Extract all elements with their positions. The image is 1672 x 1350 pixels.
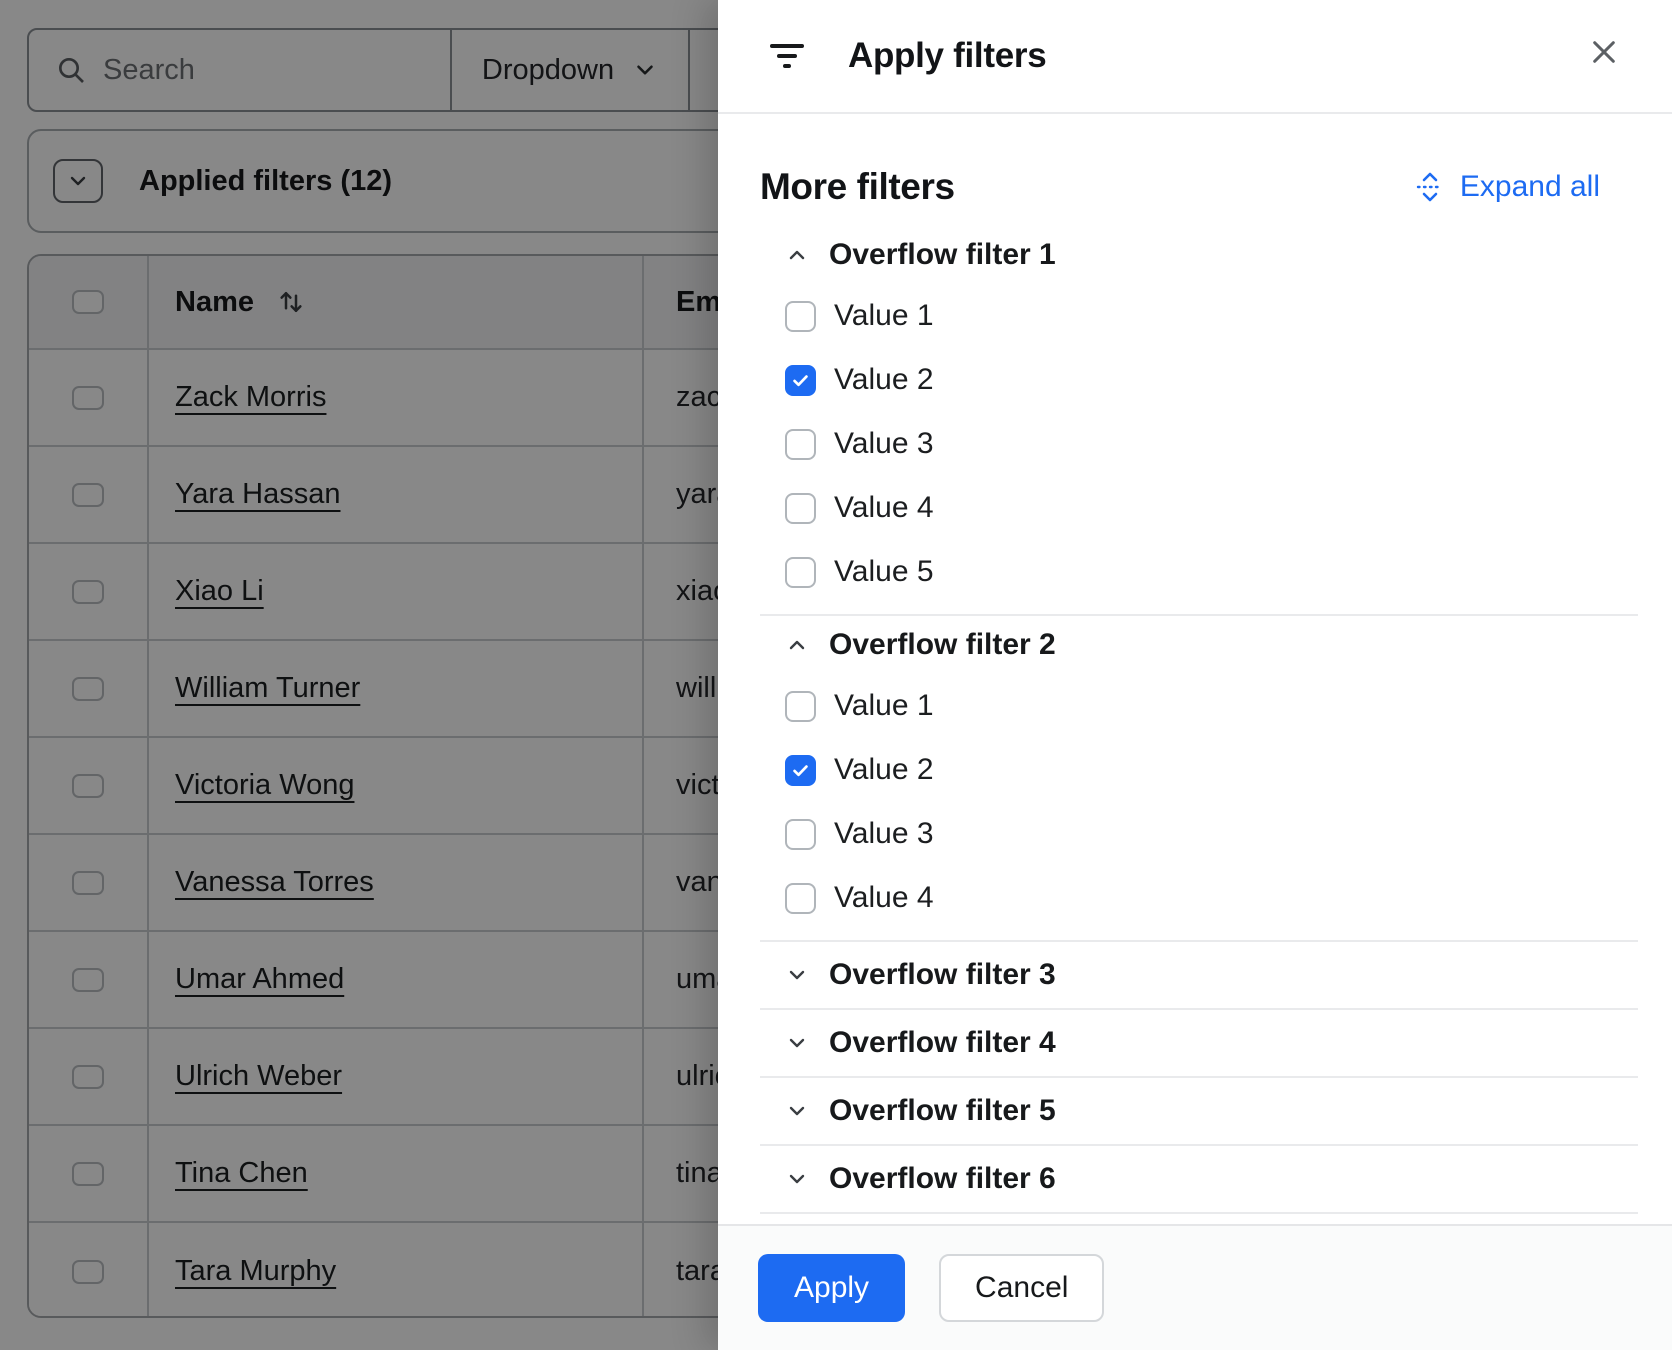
chevron-down-icon [785, 1167, 809, 1191]
filter-section-header[interactable]: Overflow filter 4 [785, 1010, 1638, 1076]
option-label: Value 2 [834, 363, 934, 397]
filter-section-label: Overflow filter 4 [829, 1026, 1056, 1060]
chevron-down-icon [785, 1099, 809, 1123]
filter-section-header[interactable]: Overflow filter 2 [785, 616, 1638, 674]
filter-options: Value 1 Value 2 Value 3 Value 4 [785, 284, 1638, 614]
filter-section-header[interactable]: Overflow filter 3 [785, 942, 1638, 1008]
option-checkbox[interactable] [785, 883, 816, 914]
filter-section-label: Overflow filter 6 [829, 1162, 1056, 1196]
chevron-up-icon [785, 633, 809, 657]
filter-section: Overflow filter 3 [760, 942, 1638, 1010]
apply-button[interactable]: Apply [758, 1254, 905, 1322]
option-label: Value 3 [834, 817, 934, 851]
close-button[interactable] [1580, 28, 1628, 76]
option-label: Value 4 [834, 881, 934, 915]
chevron-down-icon [785, 1031, 809, 1055]
option-checkbox[interactable] [785, 755, 816, 786]
cancel-button[interactable]: Cancel [939, 1254, 1104, 1322]
option-label: Value 4 [834, 491, 934, 525]
option-label: Value 1 [834, 299, 934, 333]
filter-option[interactable]: Value 3 [785, 412, 1638, 476]
filter-section-label: Overflow filter 2 [829, 628, 1056, 662]
filter-section: Overflow filter 1 Value 1 Value 2 Value … [760, 226, 1638, 616]
check-icon [791, 371, 810, 390]
filter-options: Value 1 Value 2 Value 3 Value 4 [785, 674, 1638, 940]
option-label: Value 5 [834, 555, 934, 589]
option-checkbox[interactable] [785, 557, 816, 588]
option-checkbox[interactable] [785, 429, 816, 460]
check-icon [791, 761, 810, 780]
filter-section-header[interactable]: Overflow filter 5 [785, 1078, 1638, 1144]
chevron-down-icon [785, 963, 809, 987]
panel-footer: Apply Cancel [718, 1224, 1672, 1350]
panel-header: Apply filters [718, 0, 1672, 114]
option-checkbox[interactable] [785, 819, 816, 850]
close-icon [1588, 36, 1620, 68]
filter-option[interactable]: Value 5 [785, 540, 1638, 604]
more-filters-heading: More filters [760, 166, 955, 208]
filter-option[interactable]: Value 1 [785, 284, 1638, 348]
filter-sections: Overflow filter 1 Value 1 Value 2 Value … [760, 226, 1638, 1214]
filter-option[interactable]: Value 4 [785, 866, 1638, 930]
option-checkbox[interactable] [785, 691, 816, 722]
option-label: Value 1 [834, 689, 934, 723]
filter-option[interactable]: Value 2 [785, 348, 1638, 412]
filter-section-label: Overflow filter 1 [829, 238, 1056, 272]
expand-all-button[interactable]: Expand all [1415, 170, 1600, 204]
expand-all-icon [1415, 171, 1445, 203]
option-checkbox[interactable] [785, 365, 816, 396]
filter-section-label: Overflow filter 5 [829, 1094, 1056, 1128]
filter-option[interactable]: Value 1 [785, 674, 1638, 738]
filter-section: Overflow filter 4 [760, 1010, 1638, 1078]
panel-title: Apply filters [848, 36, 1046, 76]
option-label: Value 2 [834, 753, 934, 787]
filter-section: Overflow filter 2 Value 1 Value 2 Value … [760, 616, 1638, 942]
chevron-up-icon [785, 243, 809, 267]
panel-body: More filters Expand all Overflow filter … [718, 116, 1672, 1224]
filter-section: Overflow filter 6 [760, 1146, 1638, 1214]
expand-all-label: Expand all [1460, 170, 1600, 204]
filter-section-label: Overflow filter 3 [829, 958, 1056, 992]
filter-icon [768, 39, 806, 73]
filter-option[interactable]: Value 2 [785, 738, 1638, 802]
filter-section-header[interactable]: Overflow filter 1 [785, 226, 1638, 284]
option-checkbox[interactable] [785, 301, 816, 332]
filter-section-header[interactable]: Overflow filter 6 [785, 1146, 1638, 1212]
option-checkbox[interactable] [785, 493, 816, 524]
apply-filters-panel: Apply filters More filters Expand all [718, 0, 1672, 1350]
filter-option[interactable]: Value 4 [785, 476, 1638, 540]
option-label: Value 3 [834, 427, 934, 461]
filter-option[interactable]: Value 3 [785, 802, 1638, 866]
filter-section: Overflow filter 5 [760, 1078, 1638, 1146]
